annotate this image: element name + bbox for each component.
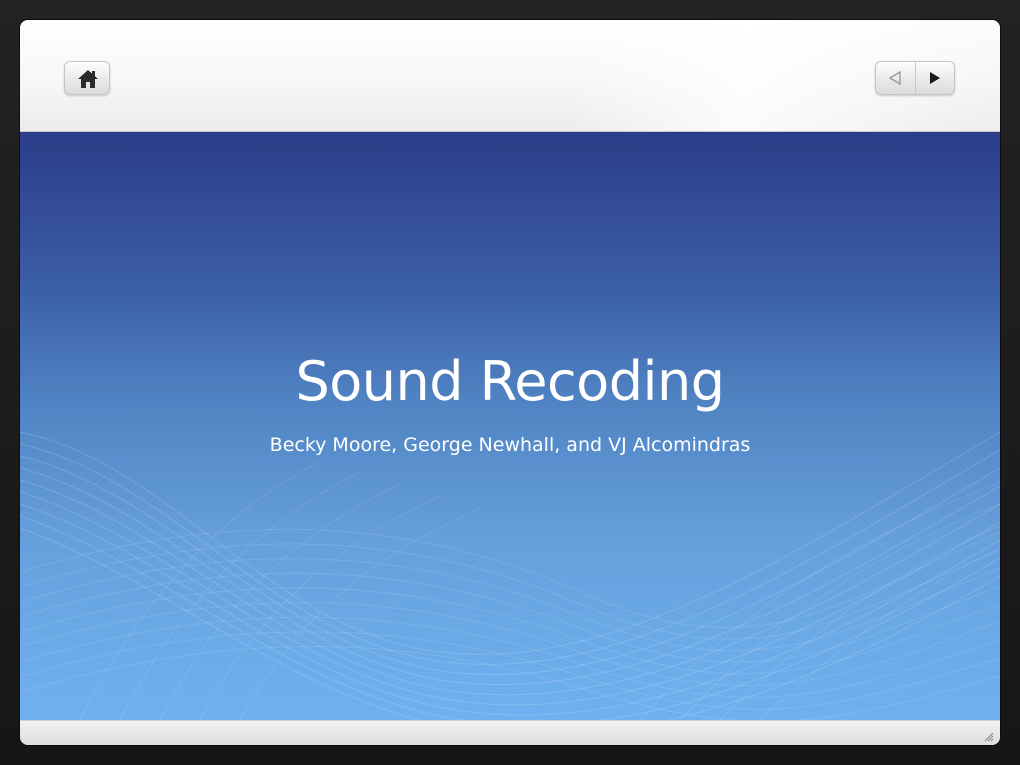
- slide-footer-bar: [20, 720, 1000, 745]
- presentation-frame: Sound Recoding Becky Moore, George Newha…: [0, 0, 1020, 765]
- home-icon: [78, 70, 98, 88]
- triangle-right-icon: [930, 72, 940, 84]
- slide-subtitle: Becky Moore, George Newhall, and VJ Alco…: [269, 434, 751, 456]
- slide-toolbar: [20, 20, 1000, 132]
- wave-decoration: [20, 431, 1000, 720]
- resize-grip-icon[interactable]: [982, 730, 994, 742]
- slide-window: Sound Recoding Becky Moore, George Newha…: [20, 20, 1000, 745]
- slide-navigation: [875, 61, 955, 95]
- previous-slide-button[interactable]: [876, 62, 916, 94]
- triangle-left-icon: [888, 71, 901, 85]
- title-slide: Sound Recoding Becky Moore, George Newha…: [20, 132, 1000, 720]
- slide-title: Sound Recoding: [295, 350, 725, 413]
- home-button[interactable]: [64, 61, 110, 95]
- next-slide-button[interactable]: [916, 62, 954, 94]
